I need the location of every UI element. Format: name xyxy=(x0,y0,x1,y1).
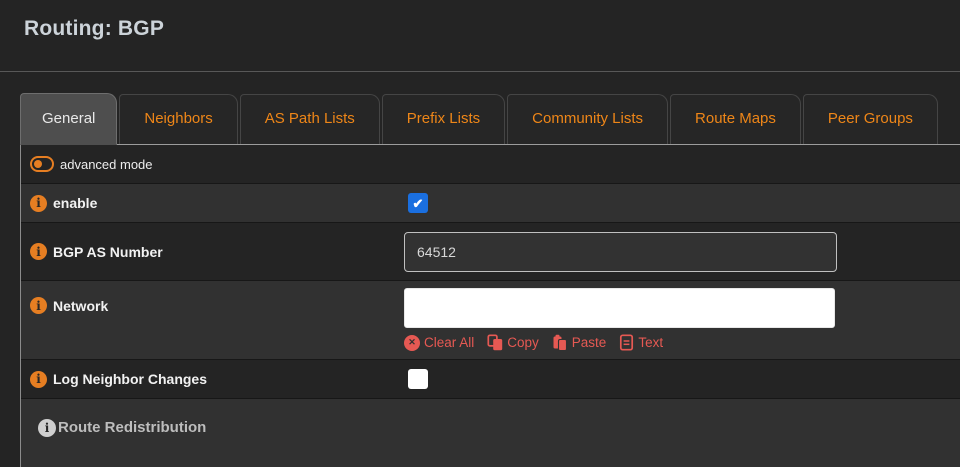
tab-neighbors[interactable]: Neighbors xyxy=(119,94,237,144)
bgp-as-number-row: BGP AS Number xyxy=(21,223,960,281)
tab-prefix-lists[interactable]: Prefix Lists xyxy=(382,94,505,144)
tab-peer-groups[interactable]: Peer Groups xyxy=(803,94,938,144)
enable-label: enable xyxy=(53,195,97,211)
info-icon xyxy=(30,371,47,388)
copy-icon xyxy=(487,334,503,351)
token-actions: Clear All Copy xyxy=(404,334,663,351)
log-neighbor-changes-row: Log Neighbor Changes xyxy=(21,360,960,399)
paste-button[interactable]: Paste xyxy=(552,334,607,351)
tab-community-lists[interactable]: Community Lists xyxy=(507,94,668,144)
copy-label: Copy xyxy=(507,335,539,350)
advanced-mode-label: advanced mode xyxy=(60,157,153,172)
paste-icon xyxy=(552,334,568,351)
bgp-as-number-input[interactable] xyxy=(404,232,837,272)
info-icon xyxy=(30,243,47,260)
log-neighbor-changes-checkbox[interactable] xyxy=(408,369,428,389)
text-label: Text xyxy=(638,335,663,350)
tab-route-maps[interactable]: Route Maps xyxy=(670,94,801,144)
route-redistribution-section: Route Redistribution xyxy=(21,399,960,467)
circle-x-icon xyxy=(404,335,420,351)
tab-as-path-lists[interactable]: AS Path Lists xyxy=(240,94,380,144)
route-redistribution-label: Route Redistribution xyxy=(58,419,206,436)
network-label: Network xyxy=(53,298,108,314)
file-text-icon xyxy=(619,334,634,351)
page-title: Routing: BGP xyxy=(24,17,960,41)
info-icon xyxy=(30,297,47,314)
enable-row: enable xyxy=(21,184,960,223)
enable-checkbox[interactable] xyxy=(408,193,428,213)
tab-bar: General Neighbors AS Path Lists Prefix L… xyxy=(20,93,960,145)
log-neighbor-changes-label: Log Neighbor Changes xyxy=(53,371,207,387)
clear-all-button[interactable]: Clear All xyxy=(404,335,474,351)
page-header: Routing: BGP xyxy=(0,0,960,72)
copy-button[interactable]: Copy xyxy=(487,334,539,351)
paste-label: Paste xyxy=(572,335,607,350)
info-icon xyxy=(30,195,47,212)
network-token-input[interactable] xyxy=(404,288,835,328)
bgp-general-form: advanced mode enable BGP AS Number Netwo… xyxy=(20,145,960,467)
tab-general[interactable]: General xyxy=(20,93,117,145)
network-row: Network Clear All Copy xyxy=(21,281,960,360)
clear-all-label: Clear All xyxy=(424,335,474,350)
toggle-off-icon[interactable] xyxy=(30,156,54,172)
info-icon xyxy=(38,419,56,437)
advanced-mode-row[interactable]: advanced mode xyxy=(21,145,960,184)
bgp-as-number-label: BGP AS Number xyxy=(53,244,163,260)
text-button[interactable]: Text xyxy=(619,334,663,351)
